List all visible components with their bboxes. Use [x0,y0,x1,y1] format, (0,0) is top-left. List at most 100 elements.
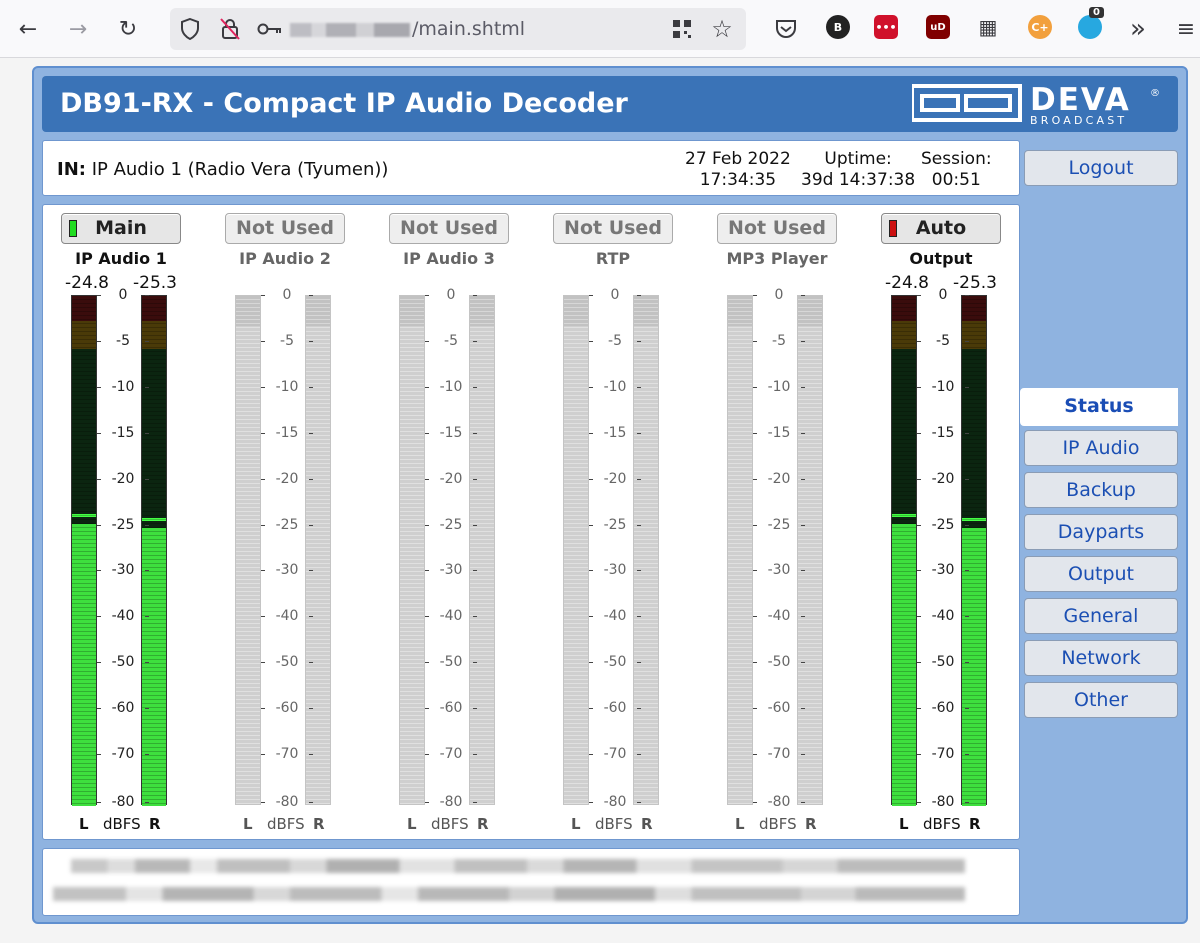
output-auto-button[interactable]: Auto [881,213,1001,244]
scale-label: -5 [587,334,643,348]
scale-label: -80 [423,795,479,809]
extension-grid-icon[interactable]: ▦ [976,15,1000,39]
scale-label: -15 [915,426,971,440]
source-not-used-button[interactable]: Not Used [717,213,837,244]
nav-backup[interactable]: Backup [1024,472,1178,508]
source-not-used-button[interactable]: Not Used [225,213,345,244]
extension-b-icon[interactable]: B [826,15,850,39]
meter-channel: Not Used IP Audio 2 0 -5 -10 -15 -20 -25 -30 -40 -… [225,211,349,835]
db-scale: 0 -5 -10 -15 -20 -25 -30 -40 -50 -60 -70 -80 [95,288,151,809]
source-button-label: Not Used [236,217,334,239]
back-arrow-icon[interactable]: ← [12,13,44,45]
nav-status[interactable]: Status [1020,388,1178,426]
url-text: /main.shtml [290,18,525,40]
scale-label: -20 [751,472,807,486]
scale-label: -20 [587,472,643,486]
meter-panel: Main IP Audio 1 -24.8 -25.3 0 -5 -10 -15 -20 -25-… [42,204,1020,840]
meter-channel: Main IP Audio 1 -24.8 -25.3 0 -5 -10 -15 -20 -25-… [61,211,185,835]
scale-label: -10 [95,380,151,394]
hamburger-menu-icon[interactable]: ≡ [1170,13,1200,45]
logout-button[interactable]: Logout [1024,150,1178,186]
unit-label: dBFS [103,815,141,833]
reload-icon[interactable]: ↻ [112,13,144,45]
nav-output[interactable]: Output [1024,556,1178,592]
deva-logo: DEVA BROADCAST ® [910,82,1166,127]
svg-text:DEVA: DEVA [1030,82,1131,118]
scale-label: -20 [259,472,315,486]
scale-label: -50 [915,655,971,669]
scale-label: -80 [915,795,971,809]
nav-network[interactable]: Network [1024,640,1178,676]
source-button-label: Not Used [728,217,826,239]
meter-channel: Auto Output -24.8 -25.3 0 -5 -10 -15 -20 -25 -30 -4… [881,211,1005,835]
address-bar[interactable]: /main.shtml ☆ [170,8,746,50]
extension-dots-icon[interactable]: ••• [874,15,898,39]
scale-label: -30 [751,563,807,577]
pocket-icon[interactable] [770,13,802,45]
scale-label: 0 [95,288,151,302]
source-not-used-button[interactable]: Not Used [389,213,509,244]
source-main-button[interactable]: Main [61,213,181,244]
scale-label: -25 [423,518,479,532]
meter-channel: Not Used RTP 0 -5 -10 -15 -20 -25 -30 -40 -50 -60 -7… [553,211,677,835]
channel-name: Output [909,249,973,268]
scale-label: -50 [423,655,479,669]
shield-icon[interactable] [174,13,206,45]
extension-ghost-icon[interactable]: 0 [1078,7,1104,39]
nav-dayparts[interactable]: Dayparts [1024,514,1178,550]
key-icon[interactable] [254,13,286,45]
scale-label: -30 [587,563,643,577]
level-bar-l [563,295,589,805]
scale-label: -15 [95,426,151,440]
source-button-label: Not Used [400,217,498,239]
scale-label: -30 [95,563,151,577]
scale-label: -20 [423,472,479,486]
source-button-label: Not Used [564,217,662,239]
status-led-icon [889,220,897,237]
meter-channel: Not Used IP Audio 3 0 -5 -10 -15 -20 -25 -30 -40 -… [389,211,513,835]
scale-label: -15 [751,426,807,440]
input-info-bar: IN: IP Audio 1 (Radio Vera (Tyumen)) 27 … [42,140,1020,196]
forward-arrow-icon[interactable]: → [62,13,94,45]
scale-label: -5 [915,334,971,348]
bookmark-star-icon[interactable]: ☆ [706,13,738,45]
scale-label: -20 [95,472,151,486]
insecure-lock-icon[interactable] [214,13,246,45]
browser-toolbar: ← → ↻ /main.shtml ☆ B ••• uD ▦ C+ 0 » ≡ [0,0,1200,58]
current-datetime: 27 Feb 2022 17:34:35 [685,149,791,190]
nav-general[interactable]: General [1024,598,1178,634]
scale-label: -60 [751,701,807,715]
source-not-used-button[interactable]: Not Used [553,213,673,244]
scale-label: -70 [259,747,315,761]
scale-label: 0 [751,288,807,302]
scale-label: -70 [95,747,151,761]
qr-code-icon[interactable] [666,13,698,45]
scale-label: -15 [587,426,643,440]
scale-label: -25 [915,518,971,532]
right-channel-label: R [641,815,653,833]
session: Session: 00:51 [921,149,992,190]
db-scale: 0 -5 -10 -15 -20 -25 -30 -40 -50 -60 -70 -80 [915,288,971,809]
left-channel-label: L [79,815,89,833]
unit-label: dBFS [923,815,961,833]
scale-label: -40 [751,609,807,623]
left-channel-label: L [899,815,909,833]
source-button-label: Auto [915,217,967,239]
ublock-icon[interactable]: uD [926,15,950,39]
channel-name: IP Audio 1 [75,249,167,268]
input-source: IN: IP Audio 1 (Radio Vera (Tyumen)) [57,159,389,180]
scale-label: -80 [259,795,315,809]
nav-other[interactable]: Other [1024,682,1178,718]
extension-c-icon[interactable]: C+ [1028,15,1052,39]
unit-label: dBFS [267,815,305,833]
level-bar-l [727,295,753,805]
scale-label: -70 [751,747,807,761]
nav-ip-audio[interactable]: IP Audio [1024,430,1178,466]
scale-label: -70 [587,747,643,761]
scale-label: -30 [259,563,315,577]
right-channel-label: R [313,815,325,833]
scale-label: -40 [259,609,315,623]
scale-label: -60 [587,701,643,715]
db-scale: 0 -5 -10 -15 -20 -25 -30 -40 -50 -60 -70 -80 [751,288,807,809]
overflow-chevrons-icon[interactable]: » [1122,13,1154,45]
